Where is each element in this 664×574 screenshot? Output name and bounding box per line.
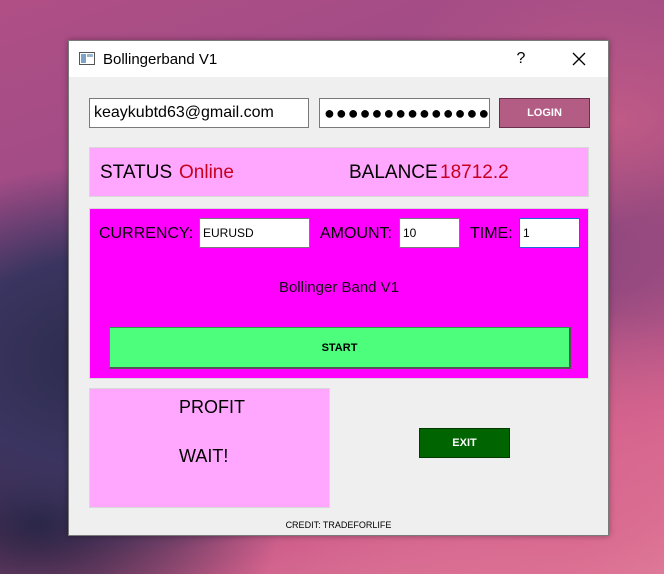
status-value: Online	[179, 162, 234, 183]
exit-button[interactable]: EXIT	[419, 428, 510, 458]
profit-panel: PROFIT WAIT!	[89, 388, 330, 508]
email-field[interactable]	[89, 98, 309, 128]
start-button[interactable]: START	[109, 327, 571, 369]
currency-input[interactable]	[199, 218, 310, 248]
main-content: ●●●●●●●●●●●●●● LOGIN STATUS Online BALAN…	[69, 77, 608, 537]
balance-label: BALANCE	[349, 162, 438, 183]
strategy-heading: Bollinger Band V1	[278, 279, 400, 296]
time-label: TIME:	[470, 225, 513, 242]
app-window: Bollingerband V1 ? ●●●●●●●●●●●●●● LOGIN …	[68, 40, 609, 536]
currency-label: CURRENCY:	[99, 225, 194, 242]
window-title: Bollingerband V1	[103, 51, 218, 68]
credit-text: CREDIT: TRADEFORLIFE	[285, 520, 392, 530]
close-button[interactable]	[561, 45, 597, 73]
status-panel: STATUS Online BALANCE 18712.2	[89, 147, 589, 197]
close-icon	[572, 52, 586, 66]
status-label: STATUS	[100, 162, 173, 183]
login-button[interactable]: LOGIN	[499, 98, 590, 128]
trade-panel: CURRENCY: AMOUNT: TIME: Bollinger Band V…	[89, 208, 589, 379]
app-icon	[79, 52, 95, 65]
time-input[interactable]	[519, 218, 580, 248]
help-button[interactable]: ?	[509, 47, 533, 71]
profit-value: WAIT!	[179, 446, 229, 466]
profit-label: PROFIT	[179, 397, 245, 417]
amount-input[interactable]	[399, 218, 460, 248]
balance-value: 18712.2	[440, 162, 509, 183]
title-bar[interactable]: Bollingerband V1 ?	[69, 41, 608, 77]
amount-label: AMOUNT:	[320, 225, 392, 242]
password-field[interactable]: ●●●●●●●●●●●●●●	[319, 98, 490, 128]
